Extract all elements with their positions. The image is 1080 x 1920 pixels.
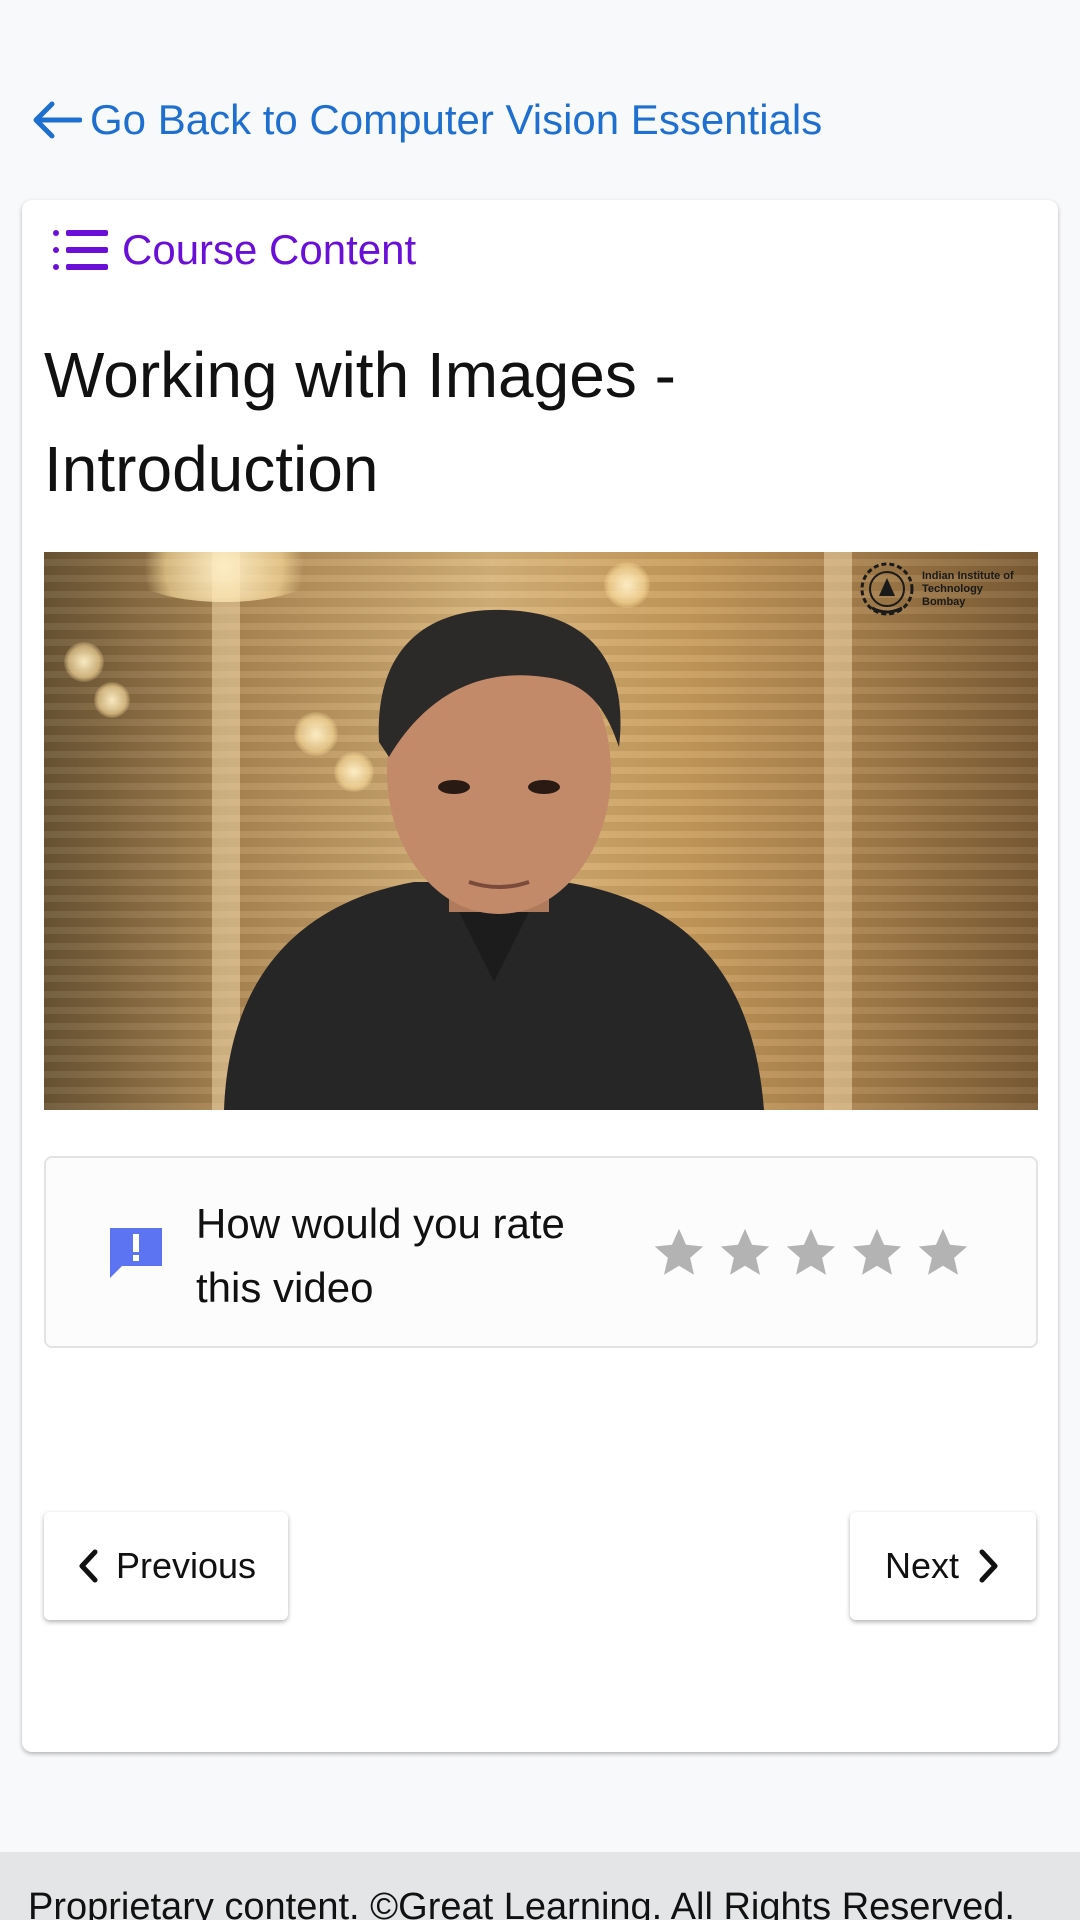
star-rating — [650, 1224, 980, 1282]
next-button-label: Next — [884, 1545, 960, 1586]
arrow-left-icon — [33, 101, 82, 139]
course-content-button[interactable]: Course Content — [52, 226, 416, 274]
list-icon — [53, 230, 108, 270]
chevron-left-icon — [79, 1549, 98, 1583]
iit-bombay-logo — [860, 562, 914, 616]
feedback-icon — [110, 1228, 162, 1278]
chevron-right-icon — [979, 1549, 998, 1583]
rating-question: How would you rate this video — [196, 1200, 565, 1311]
rating-box: How would you rate this video — [44, 1156, 1038, 1348]
institute-watermark: Indian Institute of Technology Bombay — [858, 560, 1022, 618]
star-icon[interactable] — [782, 1224, 840, 1282]
star-icon[interactable] — [650, 1224, 708, 1282]
star-icon[interactable] — [848, 1224, 906, 1282]
video-player[interactable]: Indian Institute of Technology Bombay — [44, 552, 1038, 1110]
watermark-text: Indian Institute of Technology Bombay — [922, 569, 1014, 608]
next-button[interactable]: Next — [850, 1512, 1036, 1620]
lesson-card: Course Content Working with Images - Int… — [22, 200, 1058, 1752]
star-icon[interactable] — [914, 1224, 972, 1282]
star-icon[interactable] — [716, 1224, 774, 1282]
back-link-label: Go Back to Computer Vision Essentials — [90, 96, 823, 143]
previous-button[interactable]: Previous — [44, 1512, 288, 1620]
previous-button-label: Previous — [115, 1545, 257, 1586]
presenter-image — [224, 609, 764, 1110]
back-link[interactable]: Go Back to Computer Vision Essentials — [30, 96, 822, 144]
footer: Proprietary content. ©Great Learning. Al… — [0, 1852, 1080, 1920]
footer-text: Proprietary content. ©Great Learning. Al… — [28, 1886, 1015, 1920]
lesson-title: Working with Images - Introduction — [44, 339, 676, 505]
course-content-label: Course Content — [122, 226, 417, 273]
